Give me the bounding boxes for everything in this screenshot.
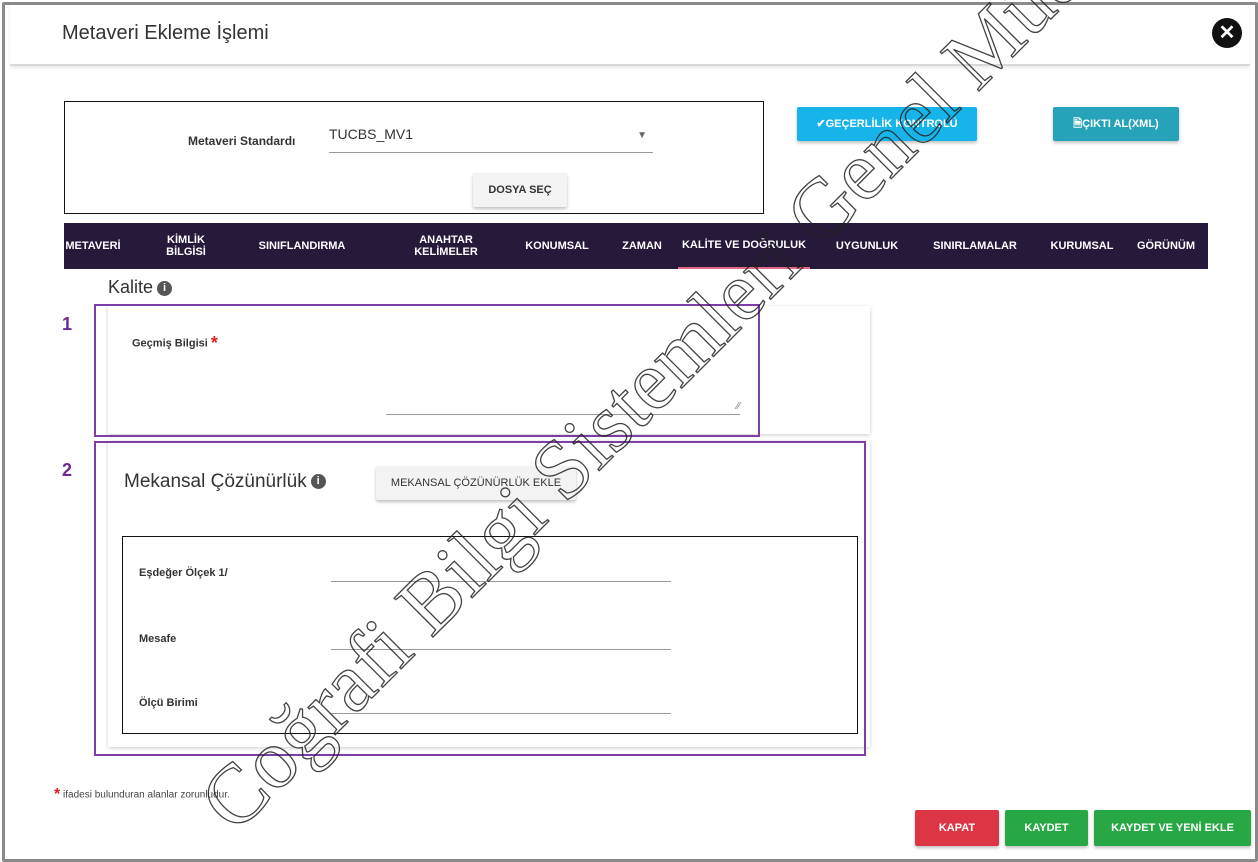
tab-zaman[interactable]: ZAMAN [612,223,672,269]
dialog-title: Metaveri Ekleme İşlemi [62,22,269,44]
tab-konumsal[interactable]: KONUMSAL [512,223,602,269]
tab-sinirlamalar[interactable]: SINIRLAMALAR [920,223,1030,269]
info-icon[interactable]: i [157,280,173,296]
choose-file-button[interactable]: DOSYA SEÇ [473,173,567,207]
tab-anahtar-kelimeler[interactable]: ANAHTAR KELİMELER [404,223,488,269]
required-footnote: * ifadesi bulunduran alanlar zorunludur. [54,786,230,804]
tab-kimlik-bilgisi[interactable]: KİMLİK BİLGİSİ [164,223,208,269]
dialog-header: Metaveri Ekleme İşlemi ✕ [10,0,1250,66]
save-and-new-button[interactable]: KAYDET VE YENİ EKLE [1094,810,1251,846]
caret-down-icon: ▼ [637,130,647,141]
export-xml-button[interactable]: 🗎ÇIKTI AL(XML) [1053,107,1179,141]
tab-kurumsal[interactable]: KURUMSAL [1034,223,1130,269]
annotation-number-1: 1 [62,314,73,334]
validate-button[interactable]: ✔GEÇERLİLİK KONTROLÜ [797,107,977,141]
standard-selected-value: TUCBS_MV1 [329,126,414,142]
tab-bar: METAVERİ KİMLİK BİLGİSİ SINIFLANDIRMA AN… [64,223,1208,269]
tab-gorunum[interactable]: GÖRÜNÜM [1128,223,1204,269]
tab-siniflandirma[interactable]: SINIFLANDIRMA [250,223,354,269]
standard-select[interactable]: TUCBS_MV1 ▼ [329,126,653,153]
highlight-box-2 [94,441,866,756]
tab-metaveri[interactable]: METAVERİ [64,223,122,269]
save-button[interactable]: KAYDET [1005,810,1088,846]
standard-box: Metaveri Standardı TUCBS_MV1 ▼ DOSYA SEÇ [64,101,764,214]
footnote-text: ifadesi bulunduran alanlar zorunludur. [60,789,230,801]
quality-section-title: Kalite i [108,277,173,298]
tab-kalite-ve-dogruluk[interactable]: KALİTE VE DOĞRULUK [678,223,810,269]
tab-uygunluk[interactable]: UYGUNLUK [824,223,910,269]
standard-label: Metaveri Standardı [188,134,296,148]
close-button[interactable]: KAPAT [915,810,999,846]
annotation-number-2: 2 [62,460,73,480]
quality-title-text: Kalite [108,277,154,297]
close-icon[interactable]: ✕ [1212,18,1242,48]
highlight-box-1 [94,304,760,437]
